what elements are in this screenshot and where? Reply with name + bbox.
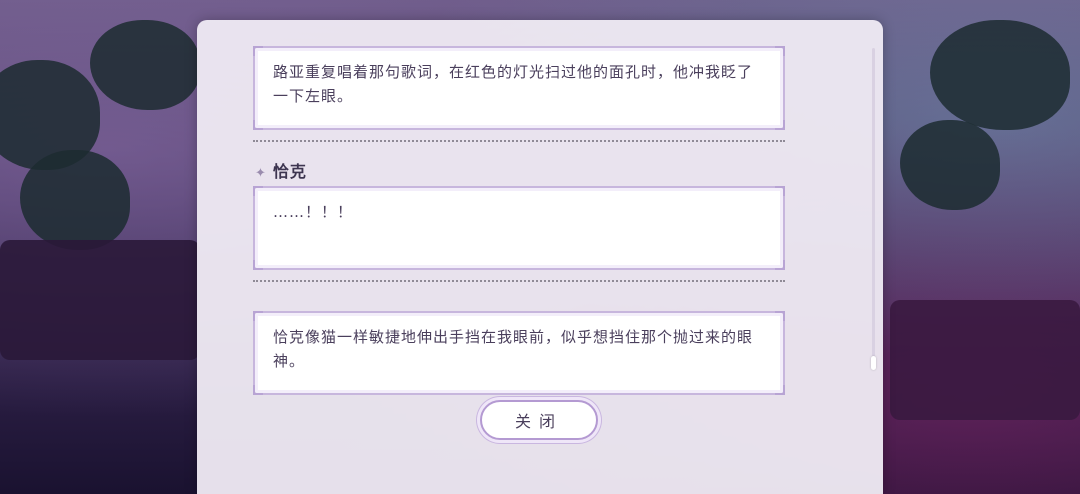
close-button[interactable]: 关闭 xyxy=(480,400,598,440)
entry-divider xyxy=(253,280,785,282)
plant-leaf-decoration xyxy=(20,150,130,250)
sparkle-icon: ✦ xyxy=(255,166,267,181)
plant-leaf-decoration xyxy=(900,120,1000,210)
speech-text: ……！！！ xyxy=(273,203,354,221)
scrollbar[interactable] xyxy=(872,48,875,368)
narration-text: 路亚重复唱着那句歌词，在红色的灯光扫过他的面孔时，他冲我眨了一下左眼。 xyxy=(273,63,754,105)
plant-leaf-decoration xyxy=(930,20,1070,130)
sofa-decoration xyxy=(0,240,200,360)
scrollbar-thumb[interactable] xyxy=(871,356,876,370)
narration-text: 恰克像猫一样敏捷地伸出手挡在我眼前，似乎想挡住那个抛过来的眼神。 xyxy=(273,328,754,370)
sofa-decoration xyxy=(890,300,1080,420)
plant-leaf-decoration xyxy=(90,20,200,110)
dialog-log[interactable]: 路亚重复唱着那句歌词，在红色的灯光扫过他的面孔时，他冲我眨了一下左眼。 ✦ 恰克 … xyxy=(253,46,787,396)
dialog-history-panel: 路亚重复唱着那句歌词，在红色的灯光扫过他的面孔时，他冲我眨了一下左眼。 ✦ 恰克 … xyxy=(197,20,883,494)
narration-bubble: 恰克像猫一样敏捷地伸出手挡在我眼前，似乎想挡住那个抛过来的眼神。 xyxy=(253,311,785,395)
narration-bubble: 路亚重复唱着那句歌词，在红色的灯光扫过他的面孔时，他冲我眨了一下左眼。 xyxy=(253,46,785,130)
speech-bubble: ……！！！ xyxy=(253,186,785,270)
speaker-label: 恰克 xyxy=(272,162,307,181)
entry-divider xyxy=(253,140,785,142)
speaker-name: ✦ 恰克 xyxy=(255,158,307,182)
